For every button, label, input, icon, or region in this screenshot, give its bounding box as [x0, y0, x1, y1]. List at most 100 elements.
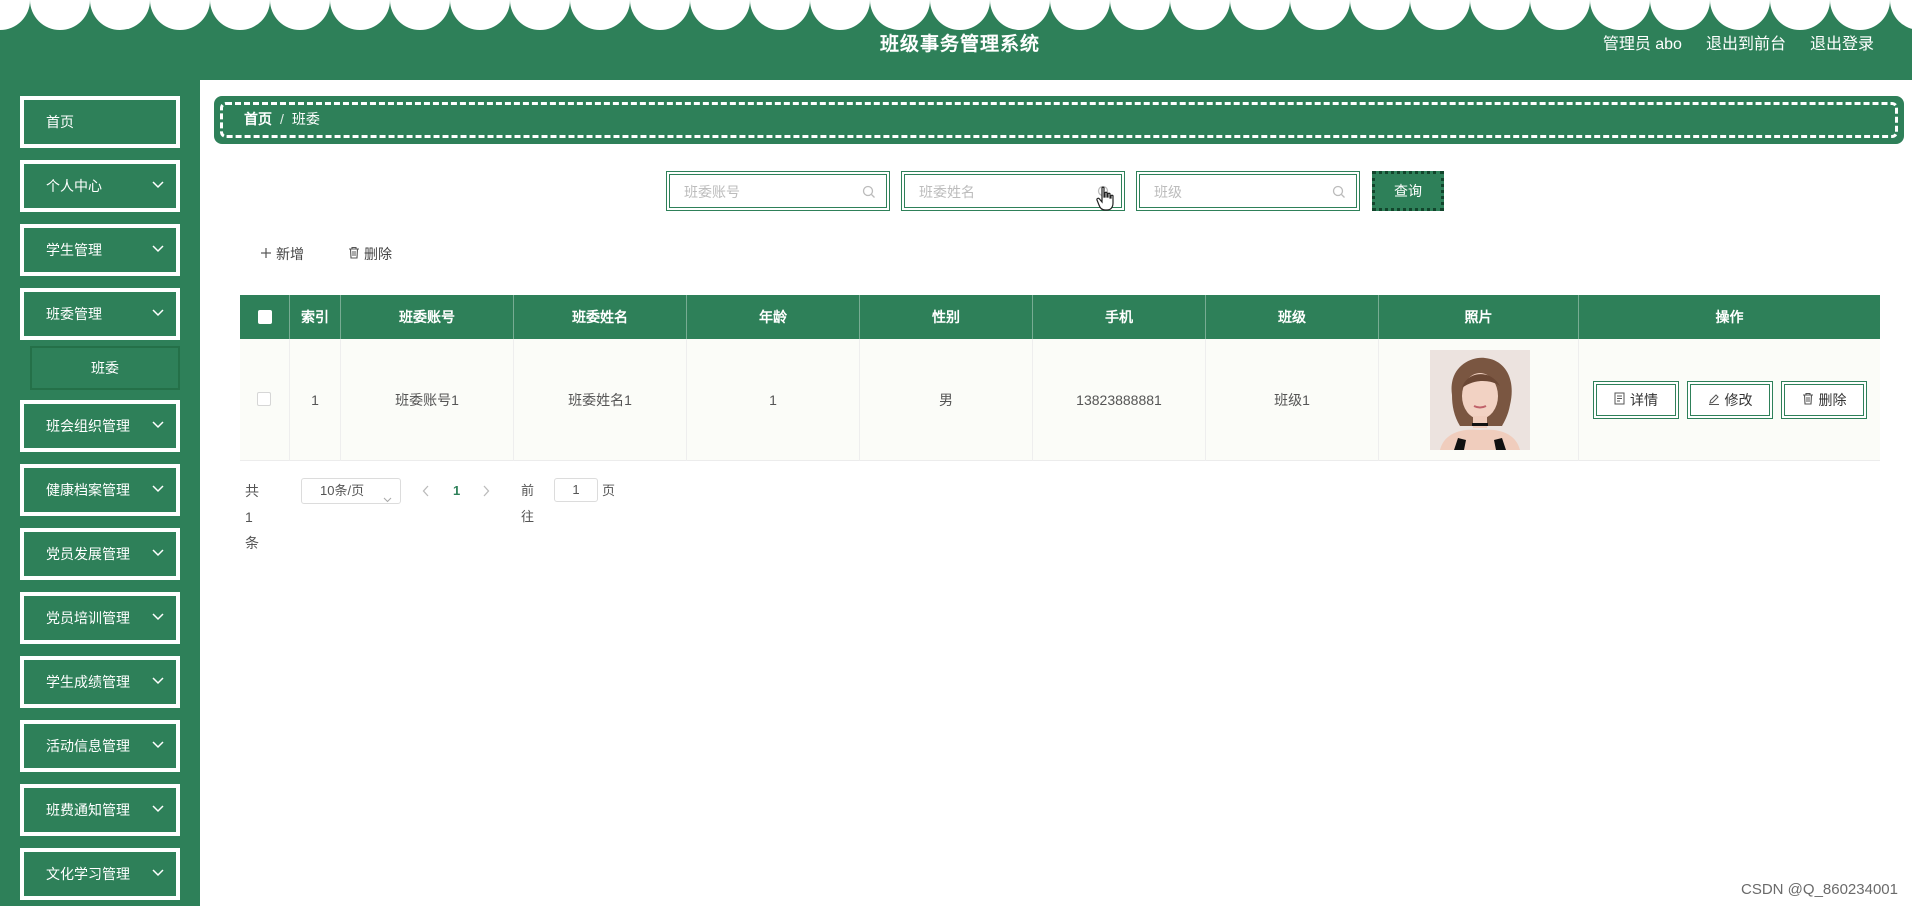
- row-delete-button[interactable]: 删除: [1781, 381, 1867, 419]
- sidebar-item-culture-study[interactable]: 文化学习管理: [20, 848, 180, 900]
- sidebar-item-grades[interactable]: 学生成绩管理: [20, 656, 180, 708]
- breadcrumb-current: 班委: [291, 111, 320, 127]
- trash-icon: [348, 246, 360, 262]
- name-cell: 班委姓名1: [514, 339, 687, 461]
- add-button[interactable]: 新增: [260, 244, 304, 264]
- edit-pencil-icon: [1708, 385, 1720, 415]
- document-icon: [1614, 385, 1625, 415]
- gender-cell: 男: [860, 339, 1033, 461]
- sidebar-item-label: 首页: [46, 114, 74, 130]
- column-header: 操作: [1715, 309, 1744, 325]
- phone-cell: 13823888881: [1033, 339, 1206, 461]
- breadcrumb: 首页 / 班委: [244, 109, 320, 129]
- column-header: 班委账号: [341, 295, 514, 339]
- current-page[interactable]: 1: [453, 478, 460, 504]
- goto-label: 前往: [521, 483, 535, 524]
- total-count: 共 1 条: [245, 483, 259, 551]
- sidebar-item-label: 班会组织管理: [46, 418, 130, 434]
- trash-icon: [1802, 385, 1814, 415]
- exit-to-front-link[interactable]: 退出到前台: [1706, 30, 1786, 54]
- query-button[interactable]: 查询: [1372, 171, 1444, 211]
- chevron-down-icon: [152, 164, 164, 208]
- column-header: 手机: [1033, 295, 1206, 339]
- breadcrumb-bar: 首页 / 班委: [214, 96, 1904, 144]
- breadcrumb-home[interactable]: 首页: [244, 111, 272, 127]
- chevron-down-icon: [152, 292, 164, 336]
- goto-page-input[interactable]: 1: [554, 478, 598, 502]
- edit-label: 修改: [1724, 392, 1753, 408]
- delete-label: 删除: [364, 246, 392, 262]
- committee-account-input[interactable]: [684, 181, 854, 203]
- logout-link[interactable]: 退出登录: [1810, 30, 1874, 54]
- chevron-down-icon: [152, 596, 164, 640]
- chevron-down-icon: [152, 660, 164, 704]
- plus-icon: [260, 246, 272, 262]
- table-row: 1 班委账号1 班委姓名1 1 男 13823888881 班级1 详情 修改 …: [240, 339, 1880, 461]
- row-delete-label: 删除: [1818, 392, 1847, 408]
- sidebar-item-students[interactable]: 学生管理: [20, 224, 180, 276]
- column-header: 性别: [860, 295, 1033, 339]
- row-select-cell: [240, 339, 290, 461]
- sidebar-item-label: 个人中心: [46, 178, 102, 194]
- sidebar-item-label: 党员发展管理: [46, 546, 130, 562]
- sidebar-item-activities[interactable]: 活动信息管理: [20, 720, 180, 772]
- page-size-select[interactable]: 10条/页: [301, 478, 401, 504]
- sidebar-item-label: 学生成绩管理: [46, 674, 130, 690]
- csdn-watermark: CSDN @Q_860234001: [1741, 881, 1898, 898]
- header-select-cell: [240, 295, 290, 339]
- next-page-chevron-icon[interactable]: [482, 484, 490, 500]
- sidebar-item-committee[interactable]: 班委管理: [20, 288, 180, 340]
- chevron-down-icon: [152, 228, 164, 272]
- prev-page-chevron-icon[interactable]: [422, 484, 430, 500]
- search-icon: [1332, 185, 1346, 204]
- index-cell: 1: [290, 339, 341, 461]
- age-cell: 1: [687, 339, 860, 461]
- sidebar-item-party-development[interactable]: 党员发展管理: [20, 528, 180, 580]
- column-header: 照片: [1379, 295, 1579, 339]
- sidebar-item-home[interactable]: 首页: [20, 96, 180, 148]
- breadcrumb-separator: /: [280, 111, 284, 127]
- sidebar-subitem-committee-member[interactable]: 班委: [30, 346, 180, 390]
- admin-user-label: 管理员 abo: [1602, 36, 1682, 53]
- sidebar-item-health-records[interactable]: 健康档案管理: [20, 464, 180, 516]
- chevron-down-icon: [383, 487, 392, 511]
- sidebar-item-class-fees[interactable]: 班费通知管理: [20, 784, 180, 836]
- detail-button[interactable]: 详情: [1593, 381, 1679, 419]
- sidebar-item-party-training[interactable]: 党员培训管理: [20, 592, 180, 644]
- pointer-cursor-icon: [1096, 186, 1114, 211]
- top-header: 班级事务管理系统 管理员 abo 退出到前台 退出登录: [0, 0, 1912, 80]
- row-checkbox[interactable]: [257, 392, 271, 406]
- class-input[interactable]: [1154, 181, 1324, 203]
- sidebar-item-label: 活动信息管理: [46, 738, 130, 754]
- sidebar: 首页 个人中心 学生管理 班委管理 班委 班会组织管理 健康档案管理 党员发展管…: [0, 80, 200, 906]
- committee-account-search[interactable]: [666, 171, 890, 211]
- account-cell: 班委账号1: [341, 339, 514, 461]
- page-suffix: 页: [602, 483, 616, 498]
- detail-label: 详情: [1630, 392, 1658, 408]
- chevron-down-icon: [152, 724, 164, 768]
- column-header: 索引: [290, 295, 341, 339]
- header-links: 管理员 abo 退出到前台 退出登录: [1603, 30, 1874, 54]
- class-search[interactable]: [1136, 171, 1360, 211]
- sidebar-item-class-meeting[interactable]: 班会组织管理: [20, 400, 180, 452]
- committee-name-input[interactable]: [919, 181, 1089, 203]
- sidebar-item-label: 党员培训管理: [46, 610, 130, 626]
- chevron-down-icon: [152, 468, 164, 512]
- sidebar-item-label: 健康档案管理: [46, 482, 130, 498]
- batch-delete-button[interactable]: 删除: [348, 244, 392, 264]
- edit-button[interactable]: 修改: [1687, 381, 1773, 419]
- page-size-value: 10条/页: [320, 483, 365, 498]
- chevron-down-icon: [152, 852, 164, 896]
- sidebar-item-label: 学生管理: [46, 242, 102, 258]
- member-photo: [1430, 350, 1530, 450]
- sidebar-item-personal-center[interactable]: 个人中心: [20, 160, 180, 212]
- select-all-checkbox[interactable]: [258, 310, 272, 324]
- chevron-down-icon: [152, 404, 164, 448]
- committee-name-search[interactable]: [901, 171, 1125, 211]
- chevron-down-icon: [152, 532, 164, 576]
- column-header: 班级: [1206, 295, 1379, 339]
- chevron-down-icon: [152, 788, 164, 832]
- class-cell: 班级1: [1206, 339, 1379, 461]
- sidebar-item-label: 班委管理: [46, 306, 102, 322]
- sidebar-item-label: 文化学习管理: [46, 866, 130, 882]
